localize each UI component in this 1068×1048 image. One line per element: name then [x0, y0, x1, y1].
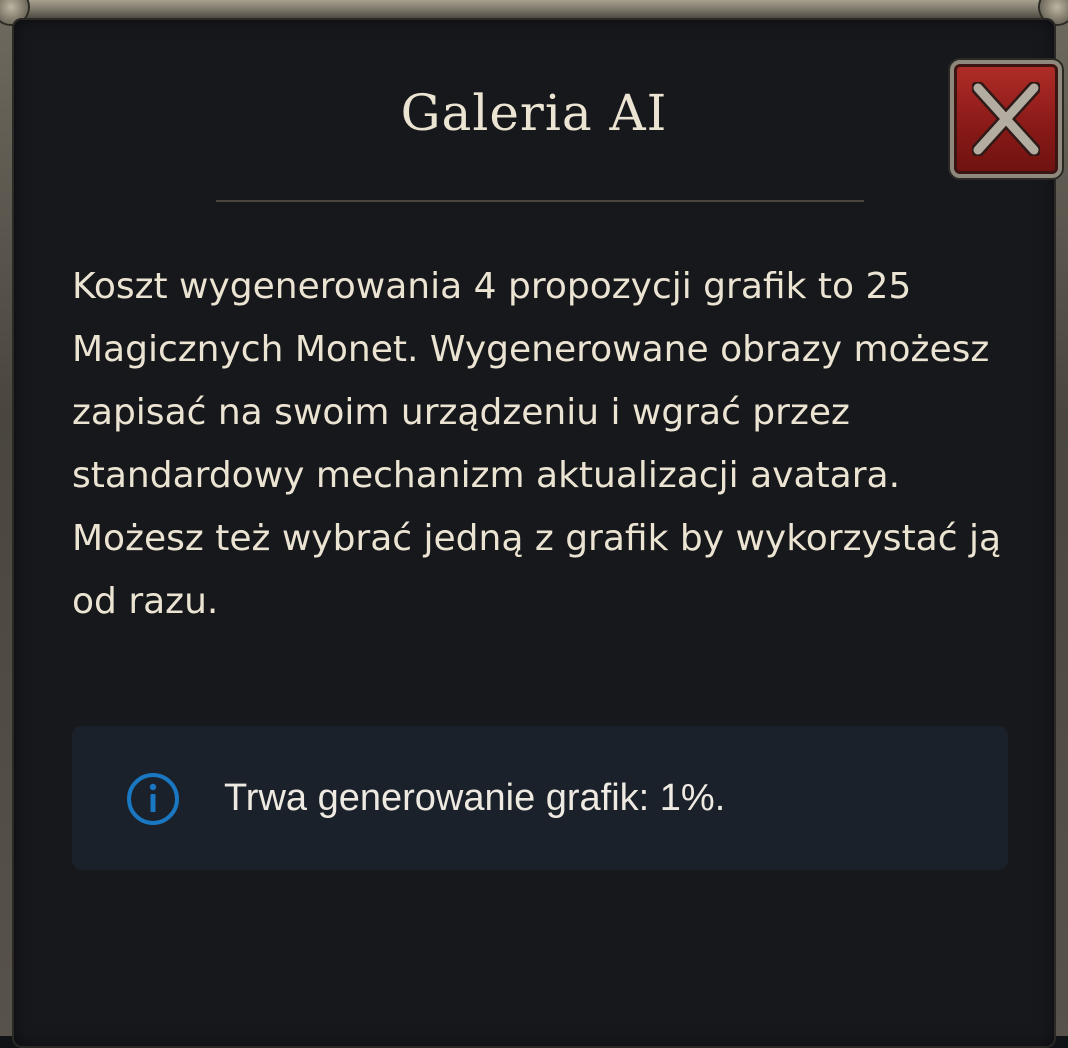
dialog-description: Koszt wygenerowania 4 propozycji grafik …: [72, 266, 1002, 622]
title-divider: [216, 200, 864, 202]
close-button[interactable]: [950, 60, 1062, 178]
close-x-icon: [972, 82, 1040, 156]
status-text: Trwa generowanie grafik: 1%.: [224, 777, 726, 819]
dialog-title: Galeria AI: [400, 84, 668, 142]
status-message-box: Trwa generowanie grafik: 1%.: [72, 726, 1008, 870]
info-icon: [127, 773, 179, 825]
